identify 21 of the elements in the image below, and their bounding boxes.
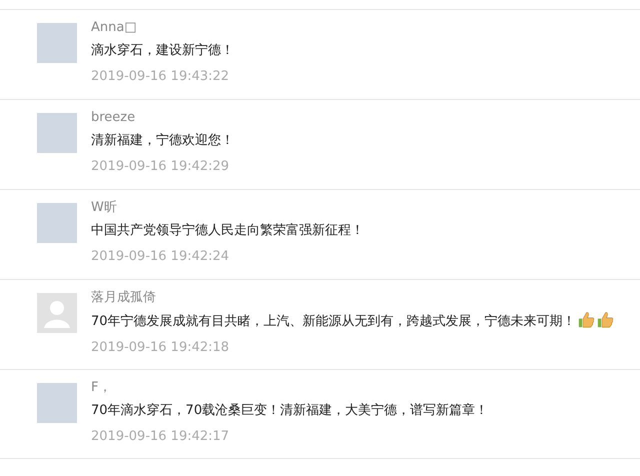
comment-text: 清新福建，宁德欢迎您！	[91, 132, 234, 150]
user-name[interactable]: F，	[91, 378, 488, 398]
comment-text: 70年滴水穿石，70载沧桑巨变！清新福建，大美宁德，谱写新篇章！	[91, 402, 488, 420]
avatar-picture[interactable]	[37, 383, 77, 423]
comment-time: 2019-09-16 19:42:17	[91, 428, 230, 446]
avatar-picture[interactable]	[37, 203, 77, 243]
comment-text: 70年宁德发展成就有目共睹，上汽、新能源从无到有，跨越式发展，宁德未来可期！	[91, 314, 576, 329]
user-name[interactable]: breeze	[91, 108, 234, 128]
comment-time: 2019-09-16 19:42:29	[91, 158, 230, 176]
thumbs-up-icon	[578, 311, 595, 328]
avatar-picture[interactable]	[37, 113, 77, 153]
user-name[interactable]: 落月成孤倚	[91, 288, 614, 308]
thumbs-up-icon	[596, 311, 614, 328]
comment-time: 2019-09-16 19:42:18	[91, 339, 230, 357]
comment-text: 滴水穿石，建设新宁德！	[91, 42, 234, 60]
comment-time: 2019-09-16 19:43:22	[91, 68, 230, 86]
user-name[interactable]: W昕	[91, 198, 364, 218]
avatar-picture[interactable]	[37, 23, 77, 63]
comment-time: 2019-09-16 19:42:24	[91, 248, 230, 266]
comment-text: 中国共产党领导宁德人民走向繁荣富强新征程！	[91, 222, 364, 240]
user-name[interactable]: Anna□	[91, 18, 234, 38]
